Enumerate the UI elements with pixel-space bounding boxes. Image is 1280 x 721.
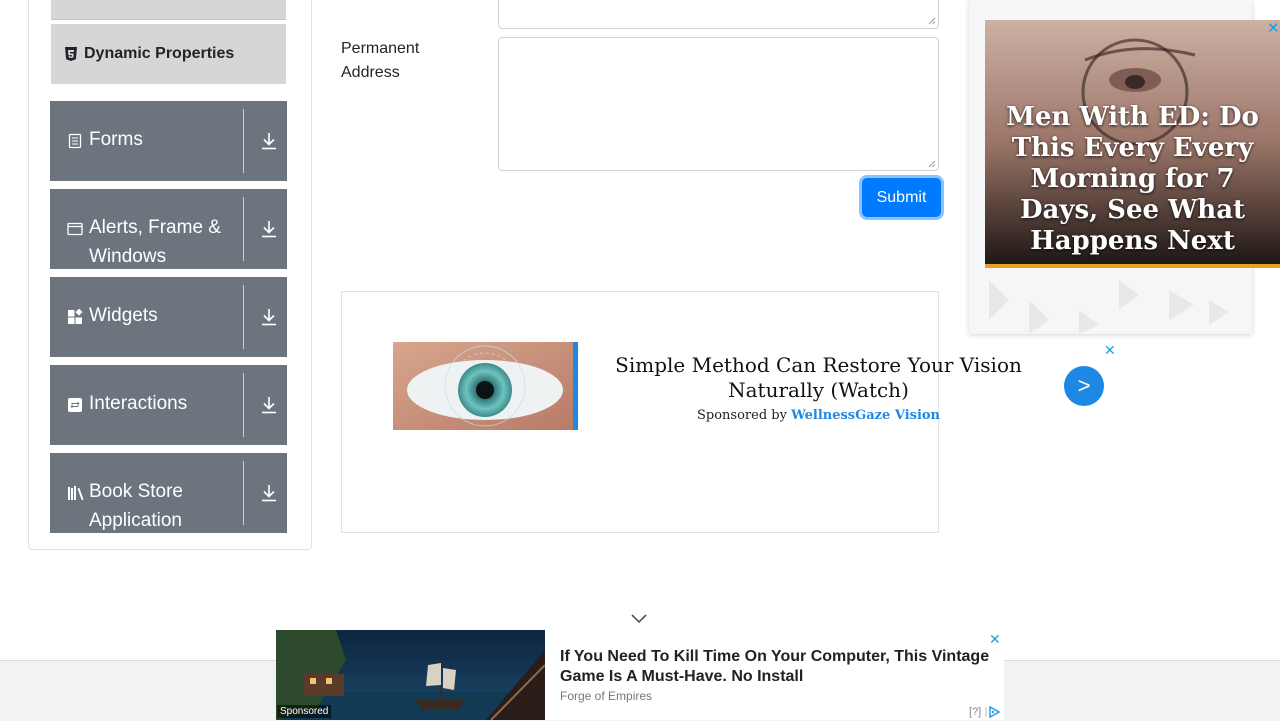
- sponsored-prefix: Sponsored by: [696, 408, 787, 423]
- resize-grip-icon[interactable]: [928, 160, 936, 168]
- window-icon: [67, 221, 83, 237]
- download-icon[interactable]: [258, 189, 280, 269]
- divider: [243, 109, 244, 173]
- ad-info-label[interactable]: [?]: [969, 706, 981, 718]
- group-label: Widgets: [89, 305, 158, 326]
- permanent-address-label: Permanent Address: [341, 40, 420, 81]
- widgets-icon: [67, 308, 83, 325]
- ad-image-eye[interactable]: [393, 342, 578, 430]
- sidebar-group-alerts-frame-windows[interactable]: Alerts, Frame & Windows: [50, 189, 287, 269]
- download-icon[interactable]: [258, 101, 280, 181]
- close-icon[interactable]: ✕: [1267, 19, 1280, 37]
- right-ad-headline[interactable]: Men With ED: Do This Every Every Morning…: [995, 102, 1270, 257]
- divider: [243, 285, 244, 349]
- books-icon: [67, 485, 84, 501]
- resize-grip-icon[interactable]: [928, 17, 936, 25]
- close-icon[interactable]: ✕: [989, 631, 1001, 648]
- divider: [243, 373, 244, 437]
- download-icon[interactable]: [258, 453, 280, 533]
- chevron-down-icon[interactable]: [630, 612, 648, 626]
- interactions-icon: [67, 397, 83, 413]
- divider: [243, 461, 244, 525]
- close-icon[interactable]: ✕: [1104, 343, 1116, 357]
- download-icon[interactable]: [258, 277, 280, 357]
- bottom-ad-source: Forge of Empires: [560, 689, 653, 703]
- ad-next-button[interactable]: >: [1064, 366, 1104, 406]
- current-address-textarea[interactable]: [498, 0, 939, 29]
- permanent-address-textarea[interactable]: [498, 37, 939, 171]
- download-icon[interactable]: [258, 365, 280, 445]
- group-label: Alerts, Frame & Windows: [89, 217, 221, 267]
- ad-brand-link[interactable]: WellnessGaze Vision: [791, 408, 940, 423]
- ad-info[interactable]: [?]: [969, 706, 1001, 718]
- ad-headline[interactable]: Simple Method Can Restore Your Vision Na…: [606, 353, 1031, 403]
- bottom-ad-headline[interactable]: If You Need To Kill Time On Your Compute…: [560, 647, 1000, 687]
- sponsored-tag: Sponsored: [277, 705, 332, 718]
- submit-button[interactable]: Submit: [862, 178, 941, 217]
- sidebar-group-forms[interactable]: Forms: [50, 101, 287, 181]
- group-label: Book Store Application: [89, 481, 183, 531]
- divider: [243, 197, 244, 261]
- form-icon: [67, 133, 83, 149]
- sidebar-subitem-previous[interactable]: [51, 0, 286, 20]
- sidebar-group-interactions[interactable]: Interactions: [50, 365, 287, 445]
- sidebar-group-widgets[interactable]: Widgets: [50, 277, 287, 357]
- group-label: Forms: [89, 129, 143, 150]
- ad-sponsor-line: Sponsored by WellnessGaze Vision: [606, 408, 1031, 423]
- adchoices-icon[interactable]: [985, 706, 1001, 718]
- sidebar-item-label: Dynamic Properties: [84, 45, 235, 62]
- sidebar-group-book-store[interactable]: Book Store Application: [50, 453, 287, 533]
- html5-icon: [65, 47, 77, 61]
- sidebar-item-dynamic-properties[interactable]: Dynamic Properties: [51, 24, 286, 84]
- group-label: Interactions: [89, 393, 188, 414]
